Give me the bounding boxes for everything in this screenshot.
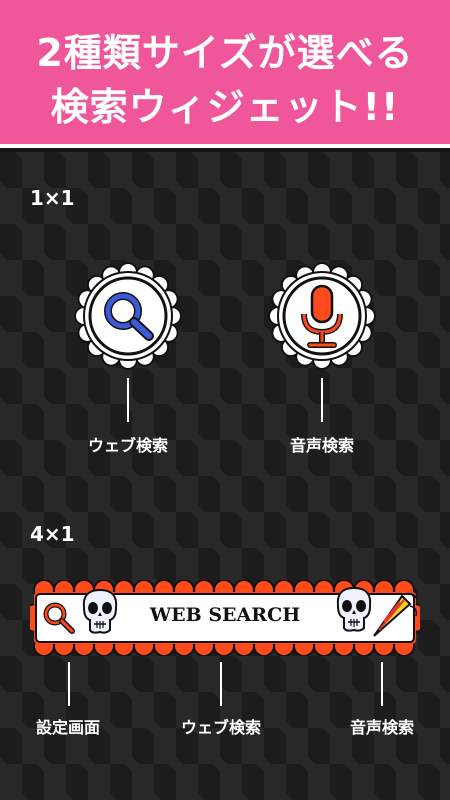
caption-web-search: ウェブ検索	[180, 718, 261, 737]
scalloped-badge	[74, 262, 182, 370]
scalloped-badge	[268, 262, 376, 370]
caption-settings: 設定画面	[35, 718, 100, 737]
connector-line	[381, 662, 383, 706]
connector-line	[127, 378, 129, 422]
connector-line	[321, 378, 323, 422]
banner-title-line2: 検索ウィジェット!!	[50, 85, 400, 129]
caption-voice-search: 音声検索	[289, 436, 354, 455]
section-label-1x1: 1×1	[30, 186, 75, 210]
web-search-title[interactable]: WEB SEARCH	[30, 604, 420, 626]
banner-title-line1: 2種類サイズが選べる	[36, 31, 414, 75]
caption-voice-search: 音声検索	[349, 718, 414, 737]
section-label-4x1: 4×1	[30, 522, 75, 546]
search-widget-1x1[interactable]	[74, 262, 182, 370]
connector-line	[68, 662, 70, 706]
connector-line	[220, 662, 222, 706]
promo-banner: 2種類サイズが選べる 検索ウィジェット!!	[0, 0, 450, 148]
caption-web-search: ウェブ検索	[87, 436, 168, 455]
voice-widget-1x1[interactable]	[268, 262, 376, 370]
search-widget-4x1[interactable]: WEB SEARCH	[30, 580, 420, 656]
